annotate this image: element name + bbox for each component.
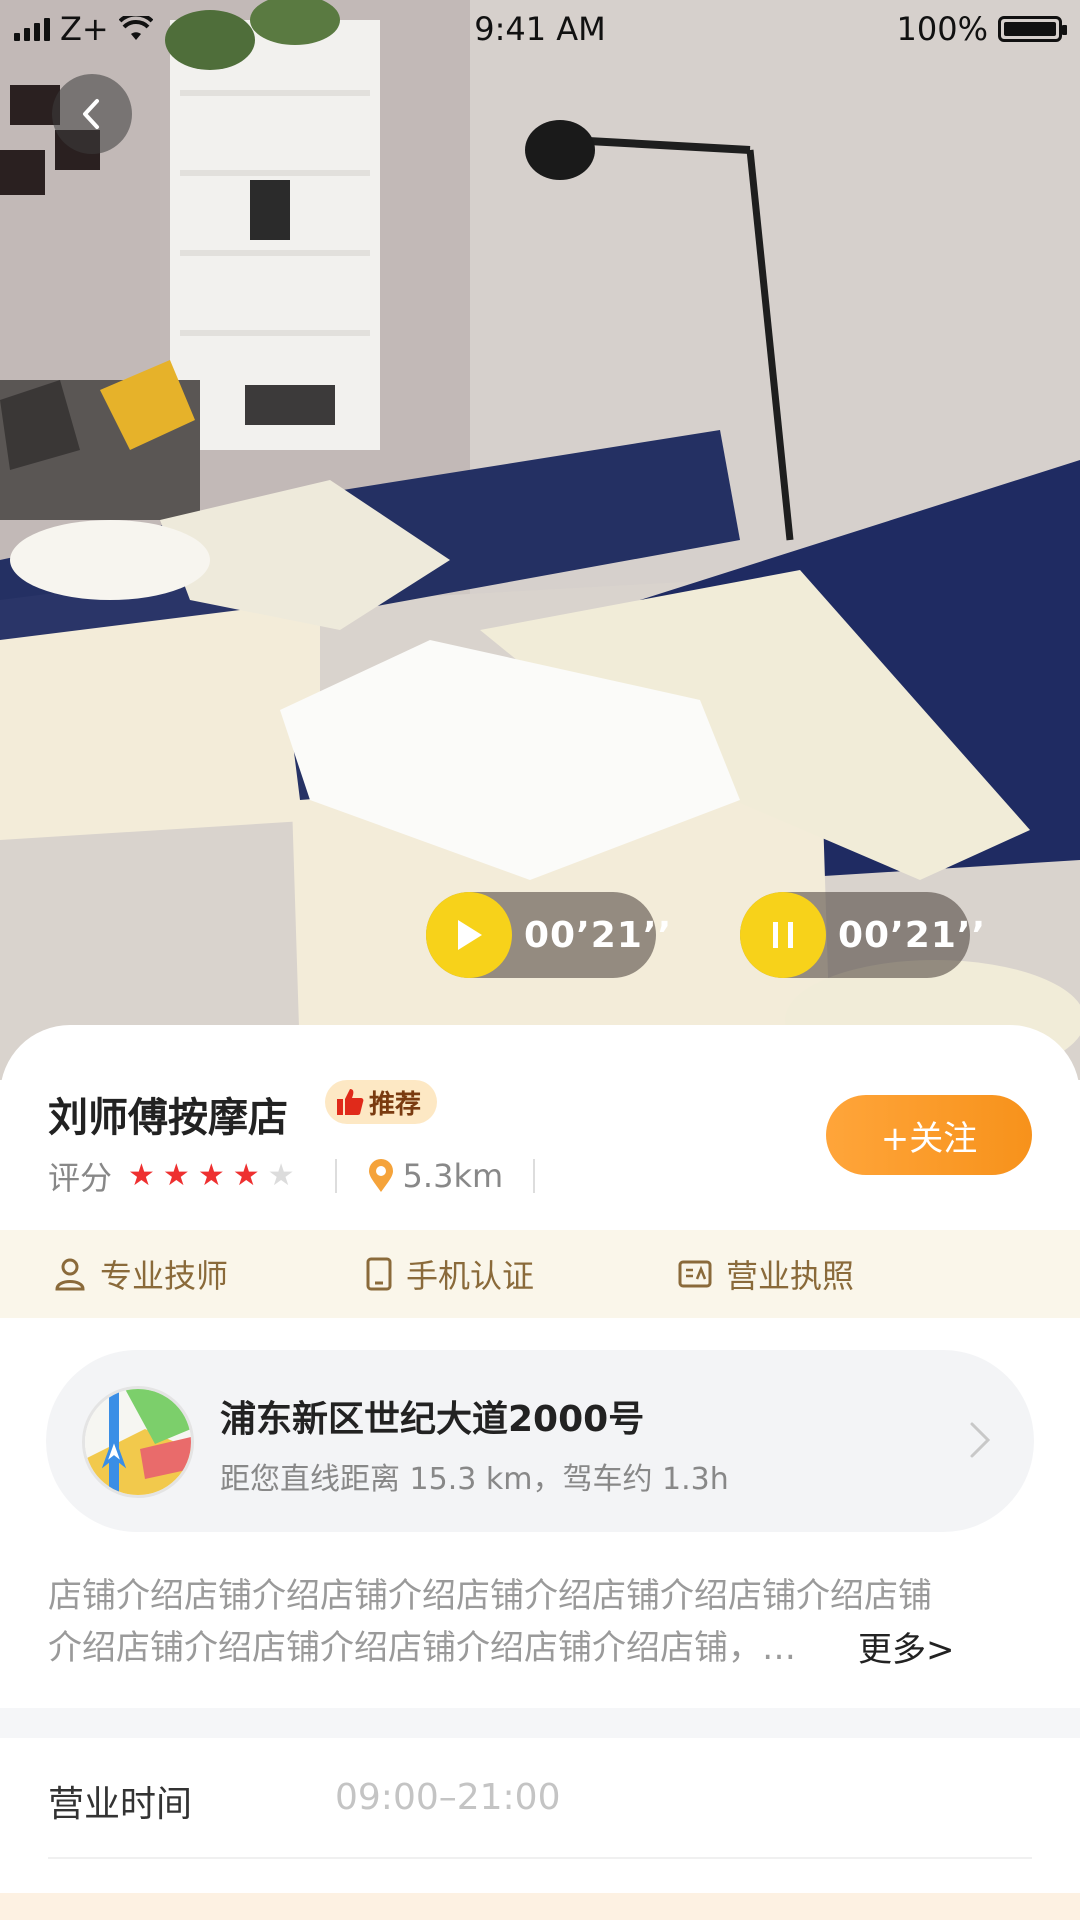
address-subtitle: 距您直线距离 15.3 km，驾车约 1.3h bbox=[220, 1462, 729, 1497]
follow-button[interactable]: +关注 bbox=[826, 1095, 1032, 1175]
divider bbox=[334, 1159, 337, 1193]
rating-row: 评分 ★ ★ ★ ★ ★ 5.3km bbox=[48, 1153, 536, 1199]
hours-label: 营业时间 bbox=[48, 1784, 193, 1825]
thumbs-up-icon bbox=[337, 1089, 364, 1115]
phone-icon bbox=[366, 1257, 392, 1291]
battery-percent: 100% bbox=[896, 10, 988, 48]
recommend-badge-label: 推荐 bbox=[369, 1089, 422, 1120]
play-icon bbox=[426, 892, 512, 978]
rating-label: 评分 bbox=[48, 1159, 113, 1197]
cert-license: 营业执照 bbox=[678, 1230, 854, 1318]
cert-label: 手机认证 bbox=[406, 1257, 535, 1295]
license-icon bbox=[678, 1260, 712, 1288]
person-icon bbox=[55, 1258, 85, 1291]
chevron-right-icon bbox=[970, 1422, 991, 1458]
star-empty-icon: ★ bbox=[267, 1158, 295, 1193]
address-card[interactable]: 浦东新区世纪大道2000号 距您直线距离 15.3 km，驾车约 1.3h bbox=[46, 1350, 1034, 1532]
star-filled-icon: ★ bbox=[232, 1158, 260, 1193]
cert-label: 营业执照 bbox=[726, 1257, 855, 1295]
audio-duration: 00’21’’ bbox=[838, 914, 987, 956]
intro-line: 店铺介绍店铺介绍店铺介绍店铺介绍店铺介绍店铺介绍店铺 bbox=[48, 1576, 932, 1616]
section-gap bbox=[0, 1708, 1080, 1738]
audio-duration: 00’21’’ bbox=[524, 914, 673, 956]
shop-name: 刘师傅按摩店 bbox=[48, 1095, 288, 1141]
battery-icon bbox=[998, 16, 1067, 42]
back-button[interactable] bbox=[52, 74, 132, 154]
cert-label: 专业技师 bbox=[100, 1257, 229, 1295]
map-icon bbox=[82, 1386, 194, 1498]
cert-phone: 手机认证 bbox=[366, 1230, 534, 1318]
certification-bar: 专业技师 手机认证 营业执照 bbox=[0, 1230, 1080, 1318]
audio-pause-pill[interactable]: 00’21’’ bbox=[740, 892, 985, 978]
more-link[interactable]: 更多> bbox=[858, 1622, 955, 1671]
shop-info-card: 刘师傅按摩店 推荐 评分 ★ ★ ★ ★ ★ 5.3km +关注 专业技师 手机… bbox=[0, 1025, 1080, 1920]
cert-technician: 专业技师 bbox=[54, 1230, 228, 1318]
recommend-badge: 推荐 bbox=[325, 1080, 438, 1124]
divider bbox=[533, 1159, 536, 1193]
star-filled-icon: ★ bbox=[128, 1158, 155, 1193]
status-bar: Z+ 9:41 AM 100% bbox=[0, 0, 1080, 60]
divider bbox=[48, 1857, 1032, 1859]
rating-stars: ★ ★ ★ ★ ★ bbox=[128, 1161, 295, 1191]
address-title: 浦东新区世纪大道2000号 bbox=[220, 1399, 645, 1440]
hours-value: 09:00–21:00 bbox=[335, 1777, 561, 1818]
star-filled-icon: ★ bbox=[197, 1158, 225, 1193]
shop-detail-page: Z+ 9:41 AM 100% 00’21’’ 00’21’’ 刘师傅按摩店 推… bbox=[0, 0, 1080, 1920]
pause-icon bbox=[740, 892, 826, 978]
audio-play-pill[interactable]: 00’21’’ bbox=[426, 892, 671, 978]
distance-info: 5.3km bbox=[367, 1157, 504, 1195]
distance-value: 5.3km bbox=[402, 1157, 504, 1195]
bottom-strip bbox=[0, 1893, 1080, 1920]
status-right: 100% bbox=[896, 10, 1067, 48]
star-filled-icon: ★ bbox=[162, 1158, 190, 1193]
chevron-left-icon bbox=[83, 99, 99, 129]
location-pin-icon bbox=[368, 1159, 393, 1192]
